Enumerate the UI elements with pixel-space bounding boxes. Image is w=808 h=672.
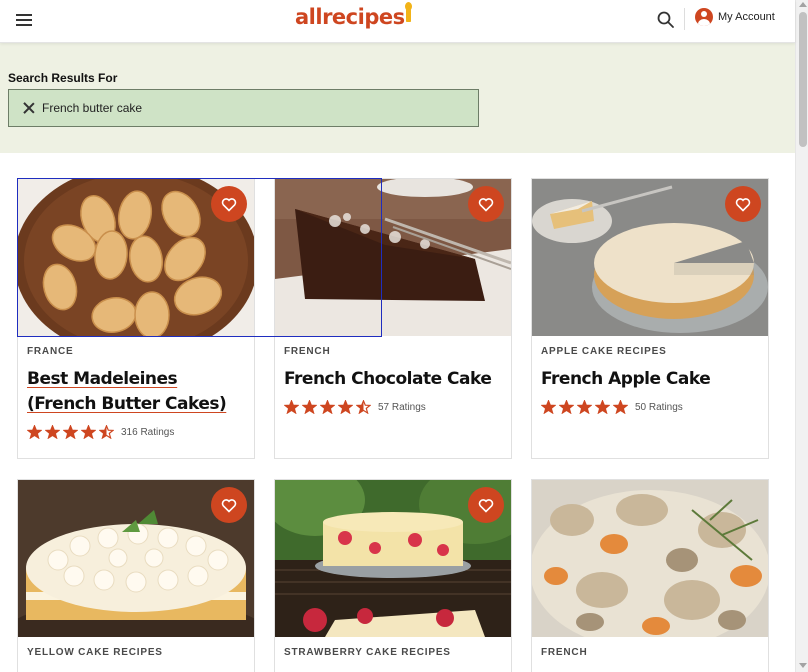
card-title[interactable]: French Chocolate Cake xyxy=(284,367,502,392)
search-results-heading: Search Results For xyxy=(8,71,118,85)
recipe-card[interactable]: FRENCH French Chocolate Cake 57 Ratings xyxy=(274,178,512,459)
star-rating xyxy=(27,425,117,439)
recipe-card[interactable]: FRENCH xyxy=(531,479,769,672)
card-category[interactable]: FRENCH xyxy=(284,346,502,357)
card-body: APPLE CAKE RECIPES French Apple Cake 50 … xyxy=(532,336,768,424)
recipe-card[interactable]: APPLE CAKE RECIPES French Apple Cake 50 … xyxy=(531,178,769,459)
card-body: FRENCH French Chocolate Cake 57 Ratings xyxy=(275,336,511,424)
save-recipe-button[interactable] xyxy=(468,487,504,523)
site-header: allrecipes My Account xyxy=(0,0,795,43)
star-full-icon xyxy=(613,400,628,414)
scroll-down-arrow-icon[interactable] xyxy=(799,663,807,668)
star-full-icon xyxy=(338,400,353,414)
card-title[interactable]: Best Madeleines (French Butter Cakes) xyxy=(27,367,245,417)
save-recipe-button[interactable] xyxy=(211,186,247,222)
yellow-cake-photo[interactable] xyxy=(18,480,254,637)
card-body: FRENCH xyxy=(532,637,768,668)
header-divider xyxy=(684,8,685,30)
search-query-value: French butter cake xyxy=(42,101,143,115)
save-recipe-button[interactable] xyxy=(211,487,247,523)
star-full-icon xyxy=(577,400,592,414)
star-full-icon xyxy=(81,425,96,439)
account-icon xyxy=(695,8,713,26)
card-category[interactable]: FRANCE xyxy=(27,346,245,357)
card-category[interactable]: FRENCH xyxy=(541,647,759,658)
site-logo[interactable]: allrecipes xyxy=(295,2,412,29)
card-category[interactable]: YELLOW CAKE RECIPES xyxy=(27,647,245,658)
heart-icon xyxy=(478,498,494,513)
heart-icon xyxy=(478,197,494,212)
card-body: YELLOW CAKE RECIPES xyxy=(18,637,254,668)
recipe-card[interactable]: FRANCE Best Madeleines (French Butter Ca… xyxy=(17,178,255,459)
hamburger-icon[interactable] xyxy=(16,11,36,31)
recipe-card[interactable]: STRAWBERRY CAKE RECIPES xyxy=(274,479,512,672)
search-results-band: Search Results For French butter cake xyxy=(0,43,795,153)
madeleines-photo[interactable] xyxy=(18,179,254,336)
ratings-count: 57 Ratings xyxy=(378,401,426,413)
strawberry-cake-photo[interactable] xyxy=(275,480,511,637)
star-full-icon xyxy=(559,400,574,414)
card-title[interactable]: French Apple Cake xyxy=(541,367,759,392)
star-full-icon xyxy=(27,425,42,439)
star-rating xyxy=(284,400,374,414)
star-full-icon xyxy=(320,400,335,414)
star-full-icon xyxy=(541,400,556,414)
card-category[interactable]: APPLE CAKE RECIPES xyxy=(541,346,759,357)
search-icon[interactable] xyxy=(655,9,677,31)
star-full-icon xyxy=(45,425,60,439)
apple-cake-photo[interactable] xyxy=(532,179,768,336)
star-full-icon xyxy=(302,400,317,414)
star-rating xyxy=(541,400,631,414)
heart-icon xyxy=(221,197,237,212)
card-rating: 316 Ratings xyxy=(27,425,245,439)
ratings-count: 50 Ratings xyxy=(635,401,683,413)
chicken-stew-photo[interactable] xyxy=(532,480,768,637)
chocolate-cake-photo[interactable] xyxy=(275,179,511,336)
account-label: My Account xyxy=(718,11,775,23)
scroll-up-arrow-icon[interactable] xyxy=(799,2,807,7)
heart-icon xyxy=(735,197,751,212)
star-full-icon xyxy=(284,400,299,414)
card-body: FRANCE Best Madeleines (French Butter Ca… xyxy=(18,336,254,449)
recipe-card[interactable]: YELLOW CAKE RECIPES xyxy=(17,479,255,672)
save-recipe-button[interactable] xyxy=(725,186,761,222)
scroll-thumb[interactable] xyxy=(799,12,807,147)
star-full-icon xyxy=(63,425,78,439)
star-half-icon xyxy=(99,425,114,439)
card-rating: 50 Ratings xyxy=(541,400,759,414)
page-scrollbar[interactable] xyxy=(795,0,808,672)
clear-search-icon[interactable] xyxy=(22,101,36,115)
star-full-icon xyxy=(595,400,610,414)
save-recipe-button[interactable] xyxy=(468,186,504,222)
heart-icon xyxy=(221,498,237,513)
search-input[interactable]: French butter cake xyxy=(8,89,479,127)
card-category[interactable]: STRAWBERRY CAKE RECIPES xyxy=(284,647,502,658)
card-rating: 57 Ratings xyxy=(284,400,502,414)
my-account-link[interactable]: My Account xyxy=(695,8,775,26)
card-body: STRAWBERRY CAKE RECIPES xyxy=(275,637,511,668)
ratings-count: 316 Ratings xyxy=(121,426,175,438)
star-half-icon xyxy=(356,400,371,414)
